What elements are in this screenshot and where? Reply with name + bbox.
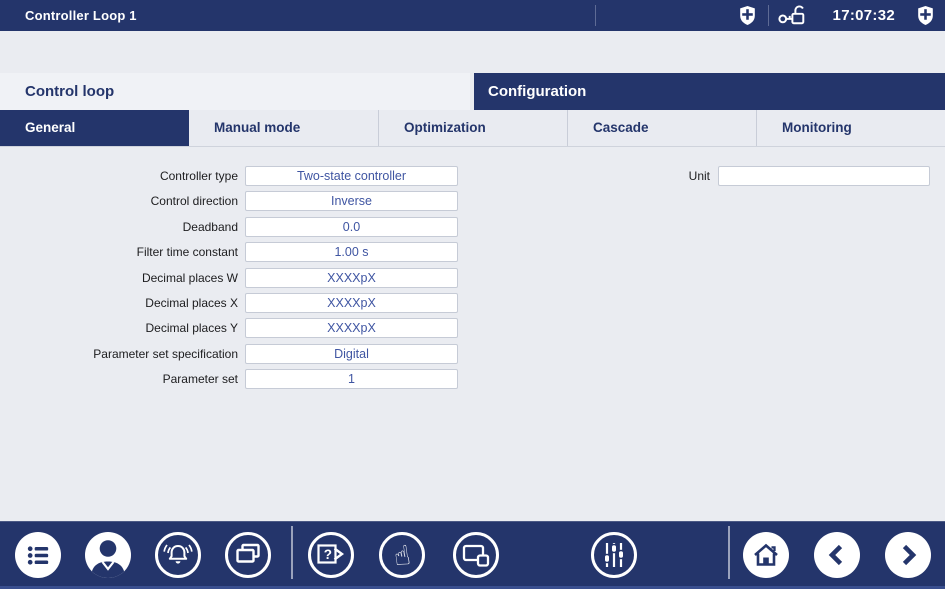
field-label: Deadband (0, 220, 238, 234)
alarm-bell-button[interactable] (155, 532, 201, 578)
user-button[interactable] (85, 532, 131, 578)
pointing-hand-icon: ☝ (392, 541, 412, 570)
form-row: Parameter set specification Digital (0, 344, 945, 364)
page-title: Controller Loop 1 (25, 0, 137, 31)
titlebar-divider (595, 5, 596, 26)
form-row: Decimal places Y XXXXpX (0, 318, 945, 338)
form-row: Decimal places X XXXXpX (0, 293, 945, 313)
titlebar-divider (768, 5, 769, 26)
toolbar-divider (291, 526, 293, 579)
shield-plus-icon (917, 5, 934, 26)
home-icon (751, 540, 781, 570)
parameter-set-specification-field[interactable]: Digital (245, 344, 458, 364)
field-label: Parameter set specification (0, 347, 238, 361)
main-tab-bar: Control loop Configuration (0, 73, 945, 110)
overlapping-windows-icon (233, 540, 263, 570)
controller-type-field[interactable]: Two-state controller (245, 166, 458, 186)
sub-tab-bar: General Manual mode Optimization Cascade… (0, 110, 945, 147)
parameter-sliders-button[interactable] (591, 532, 637, 578)
tab-configuration[interactable]: Configuration (474, 73, 945, 110)
control-direction-field[interactable]: Inverse (245, 191, 458, 211)
deadband-field[interactable]: 0.0 (245, 217, 458, 237)
field-label: Filter time constant (0, 245, 238, 259)
chevron-left-icon (822, 540, 852, 570)
field-label: Control direction (0, 194, 238, 208)
subtab-optimization[interactable]: Optimization (378, 110, 567, 146)
form-row: Parameter set 1 (0, 369, 945, 389)
alarm-list-button[interactable] (15, 532, 61, 578)
field-label: Parameter set (0, 372, 238, 386)
parameter-set-field[interactable]: 1 (245, 369, 458, 389)
field-label: Controller type (0, 169, 238, 183)
field-label: Decimal places Y (0, 321, 238, 335)
sliders-icon (598, 538, 630, 572)
shield-status-button-right[interactable] (914, 0, 936, 31)
login-logout-button[interactable] (775, 0, 809, 31)
window-overlay-button[interactable] (453, 532, 499, 578)
subtab-cascade[interactable]: Cascade (567, 110, 756, 146)
form-row-unit: Unit (640, 166, 930, 186)
user-icon (85, 532, 131, 578)
field-label: Decimal places W (0, 271, 238, 285)
subtab-general[interactable]: General (0, 110, 189, 146)
tab-control-loop[interactable]: Control loop (0, 73, 470, 110)
form-row: Filter time constant 1.00 s (0, 242, 945, 262)
help-button[interactable]: ? (308, 532, 354, 578)
back-button[interactable] (814, 532, 860, 578)
unit-field[interactable] (718, 166, 930, 186)
window-overlay-icon (460, 540, 492, 570)
shield-plus-icon (739, 5, 756, 26)
form-row: Deadband 0.0 (0, 217, 945, 237)
shield-status-button[interactable] (736, 0, 758, 31)
forward-button[interactable] (885, 532, 931, 578)
bullet-list-icon (25, 542, 52, 569)
chevron-right-icon (893, 540, 923, 570)
toolbar-divider (728, 526, 730, 579)
decimal-places-y-field[interactable]: XXXXpX (245, 318, 458, 338)
subtab-manual-mode[interactable]: Manual mode (189, 110, 378, 146)
form-row: Control direction Inverse (0, 191, 945, 211)
help-window-icon: ? (315, 541, 347, 569)
form-row: Decimal places W XXXXpX (0, 268, 945, 288)
screens-button[interactable] (225, 532, 271, 578)
field-label: Unit (640, 169, 710, 183)
svg-text:?: ? (324, 547, 332, 562)
bottom-toolbar: ? ☝ (0, 521, 945, 589)
home-button[interactable] (743, 532, 789, 578)
decimal-places-w-field[interactable]: XXXXpX (245, 268, 458, 288)
clock: 17:07:32 (808, 0, 895, 31)
bell-icon (161, 538, 195, 572)
form-panel: Controller type Two-state controller Con… (0, 147, 945, 521)
filter-time-constant-field[interactable]: 1.00 s (245, 242, 458, 262)
key-unlock-icon (776, 3, 808, 28)
decimal-places-x-field[interactable]: XXXXpX (245, 293, 458, 313)
subtab-monitoring[interactable]: Monitoring (756, 110, 945, 146)
field-label: Decimal places X (0, 296, 238, 310)
touch-operate-button[interactable]: ☝ (379, 532, 425, 578)
title-bar: Controller Loop 1 17:07:32 (0, 0, 945, 31)
